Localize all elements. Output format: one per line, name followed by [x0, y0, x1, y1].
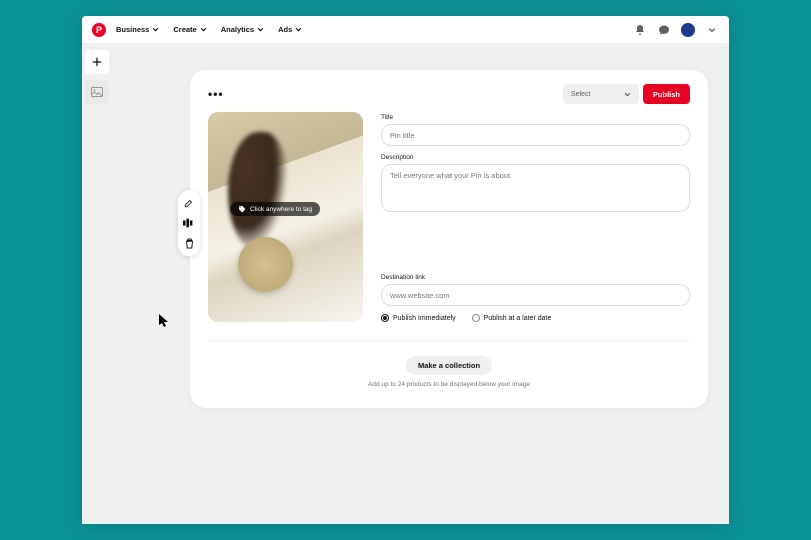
nav-ads-label: Ads: [278, 25, 292, 34]
chevron-down-icon: [152, 26, 159, 33]
link-label: Destination link: [381, 274, 690, 281]
make-collection-label: Make a collection: [418, 361, 480, 370]
nav-ads[interactable]: Ads: [278, 25, 302, 34]
publish-button[interactable]: Publish: [643, 84, 690, 104]
pin-editor-card: ••• Select Publish Click anywhere to tag: [190, 70, 708, 408]
radio-unchecked-icon: [472, 314, 480, 322]
publish-now-label: Publish Immediately: [393, 315, 456, 322]
chat-icon[interactable]: [657, 23, 671, 37]
description-placeholder: Tell everyone what your Pin is about: [390, 171, 510, 180]
crop-tool-button[interactable]: [182, 216, 196, 230]
publish-later-radio[interactable]: Publish at a later date: [472, 314, 552, 322]
edit-tool-button[interactable]: [182, 196, 196, 210]
chevron-down-icon: [257, 26, 264, 33]
nav-business[interactable]: Business: [116, 25, 159, 34]
image-tool-rail: [178, 190, 200, 256]
tag-hint-text: Click anywhere to tag: [250, 206, 312, 213]
cursor-icon: [159, 314, 169, 328]
tag-hint-overlay: Click anywhere to tag: [230, 202, 320, 216]
pinterest-logo-icon[interactable]: P: [92, 23, 106, 37]
make-collection-button[interactable]: Make a collection: [406, 356, 492, 375]
nav-analytics[interactable]: Analytics: [221, 25, 264, 34]
link-input[interactable]: www.website.com: [381, 284, 690, 306]
account-chevron-down-icon[interactable]: [705, 23, 719, 37]
bell-icon[interactable]: [633, 23, 647, 37]
chevron-down-icon: [624, 91, 631, 98]
publish-later-label: Publish at a later date: [484, 315, 552, 322]
nav-create-label: Create: [173, 25, 196, 34]
description-label: Description: [381, 154, 690, 161]
add-pin-button[interactable]: [85, 50, 109, 74]
description-input[interactable]: Tell everyone what your Pin is about: [381, 164, 690, 212]
title-label: Title: [381, 114, 690, 121]
collection-help-text: Add up to 24 products to be displayed be…: [208, 381, 690, 388]
delete-tool-button[interactable]: [182, 236, 196, 250]
chevron-down-icon: [295, 26, 302, 33]
title-placeholder: Pin title: [390, 131, 415, 140]
nav-analytics-label: Analytics: [221, 25, 254, 34]
nav-business-label: Business: [116, 25, 149, 34]
left-rail: [82, 44, 112, 104]
avatar[interactable]: [681, 23, 695, 37]
publish-now-radio[interactable]: Publish Immediately: [381, 314, 456, 322]
more-options-button[interactable]: •••: [208, 87, 224, 101]
link-placeholder: www.website.com: [390, 291, 450, 300]
app-window: P Business Create Analytics Ads: [82, 16, 729, 524]
nav-create[interactable]: Create: [173, 25, 206, 34]
chevron-down-icon: [200, 26, 207, 33]
board-select-label: Select: [571, 91, 590, 98]
title-input[interactable]: Pin title: [381, 124, 690, 146]
pin-thumbnail-button[interactable]: [85, 80, 109, 104]
publish-button-label: Publish: [653, 90, 680, 99]
pin-image-preview[interactable]: Click anywhere to tag: [208, 112, 363, 322]
board-select-dropdown[interactable]: Select: [563, 84, 639, 104]
tag-icon: [238, 205, 246, 213]
radio-checked-icon: [381, 314, 389, 322]
top-navbar: P Business Create Analytics Ads: [82, 16, 729, 44]
